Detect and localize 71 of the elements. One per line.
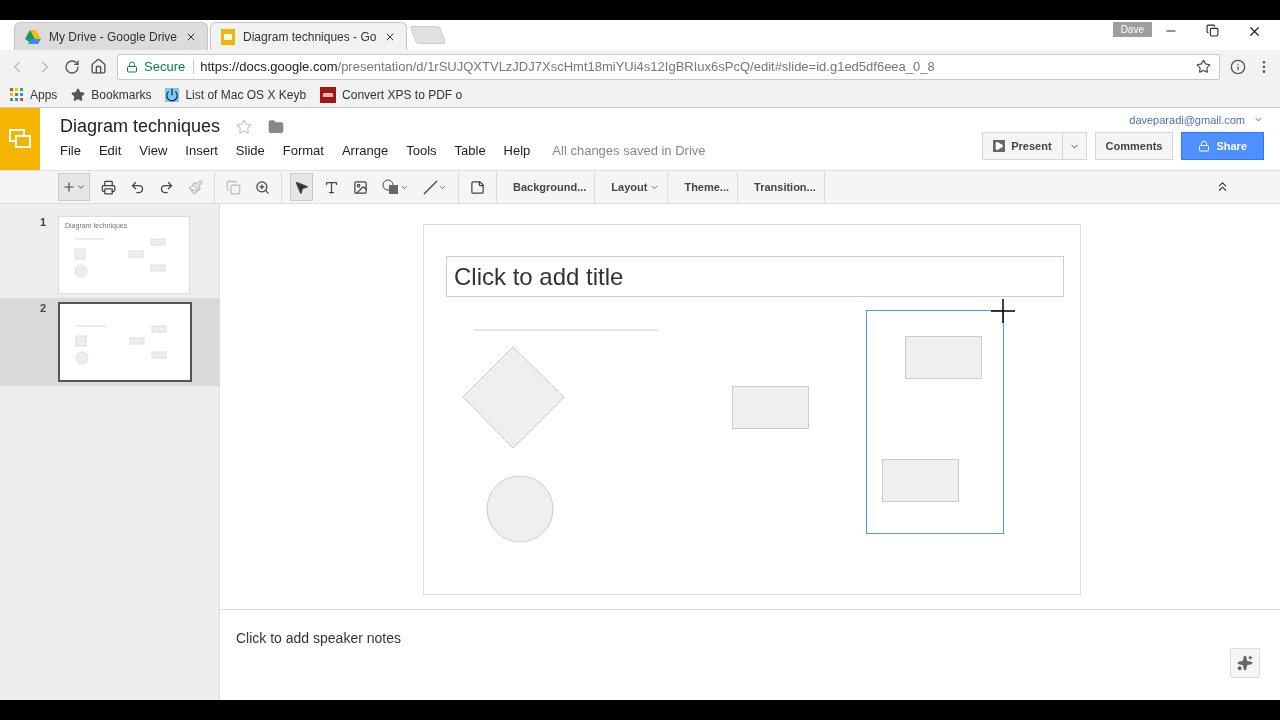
toolbar-button[interactable]: Layout <box>603 171 669 203</box>
paintbrush-icon <box>188 179 203 195</box>
menu-item[interactable]: View <box>129 143 176 158</box>
comments-button[interactable]: Comments <box>1094 132 1174 160</box>
bookmark-item[interactable]: Apps <box>10 88 58 102</box>
crosshair-cursor-icon <box>991 299 1015 323</box>
secure-label: Secure <box>144 59 195 74</box>
url-text: https://docs.google.com/presentation/d/1rSUJQXTVLzJDJ7XscHmt18miYUi4s12IgBRIux6sPcQ/edit#slide=id.g1ed5df6eea_0_8 <box>200 59 935 74</box>
menu-item[interactable]: File <box>60 143 89 158</box>
apps-grid-icon <box>10 88 24 102</box>
line-icon <box>423 179 438 195</box>
note-icon <box>470 179 485 195</box>
account-email[interactable]: daveparadi@gmail.com <box>1129 114 1245 126</box>
plus-icon <box>62 180 76 194</box>
slides-logo-icon <box>9 129 31 149</box>
document-title[interactable]: Diagram techniques <box>60 116 221 137</box>
undo-icon <box>130 179 145 195</box>
menu-item[interactable]: Table <box>444 143 494 158</box>
present-button[interactable]: Present <box>982 132 1063 160</box>
star-icon <box>71 88 86 102</box>
title-placeholder[interactable]: Click to add title <box>446 256 1064 297</box>
menu-item[interactable]: Slide <box>225 143 273 158</box>
new-slide-button[interactable] <box>58 173 90 201</box>
zoom-icon <box>255 179 270 195</box>
toolbar-button[interactable]: Transition... <box>746 171 825 203</box>
save-status: All changes saved in Drive <box>552 143 706 158</box>
lock-icon <box>1198 140 1211 152</box>
address-bar[interactable]: Secure https://docs.google.com/presentation/d/1rSUJQXTVLzJDJ7XscHmt18miYUi4s12IgBRIux6sPcQ/edit#slide=id.g1ed5df6eea_0_8 <box>117 53 1220 80</box>
pointer-icon <box>294 179 309 195</box>
image-icon <box>353 179 368 195</box>
bookmark-item[interactable]: Convert XPS to PDF o <box>320 87 463 103</box>
reload-icon[interactable] <box>64 58 80 75</box>
shapes-icon <box>382 179 400 195</box>
star-icon[interactable] <box>236 118 253 135</box>
drive-icon <box>25 29 41 44</box>
menu-item[interactable]: Insert <box>175 143 226 158</box>
home-icon[interactable] <box>90 58 107 75</box>
slide-number: 2 <box>40 302 48 316</box>
slide-number: 1 <box>40 216 48 230</box>
lock-icon <box>126 60 138 73</box>
power-icon <box>165 88 180 102</box>
browser-tab[interactable]: Diagram techniques - Go <box>210 22 408 50</box>
menu-item[interactable]: Format <box>272 143 332 158</box>
menu-item[interactable]: Help <box>493 143 539 158</box>
info-icon[interactable] <box>1230 58 1246 75</box>
pdf-icon <box>320 87 337 103</box>
slide-canvas[interactable]: Click to add title <box>423 224 1081 595</box>
explore-button[interactable] <box>1230 648 1260 678</box>
toolbar-button[interactable]: Background... <box>505 171 596 203</box>
copy-icon <box>226 179 241 195</box>
close-icon[interactable] <box>1247 24 1262 39</box>
menu-item[interactable]: Tools <box>396 143 445 158</box>
toolbar-button[interactable]: Theme... <box>676 171 739 203</box>
slides-icon <box>221 28 236 45</box>
menu-item[interactable]: Edit <box>88 143 130 158</box>
select-button[interactable] <box>290 173 313 201</box>
printer-icon <box>101 179 116 195</box>
speaker-notes-placeholder[interactable]: Click to add speaker notes <box>236 630 401 646</box>
sparkle-icon <box>1237 655 1253 671</box>
restore-icon[interactable] <box>1206 24 1219 37</box>
bookmark-item[interactable]: List of Mac OS X Keyb <box>165 88 307 102</box>
text-box-icon <box>324 179 339 195</box>
menu-item[interactable]: Arrange <box>331 143 397 158</box>
caret-icon <box>76 182 86 192</box>
bookmark-star-icon[interactable] <box>1196 59 1211 74</box>
bookmark-item[interactable]: Bookmarks <box>71 88 152 102</box>
redo-icon <box>159 179 174 195</box>
play-icon <box>993 140 1006 152</box>
slide-thumbnail[interactable] <box>58 302 192 382</box>
folder-icon[interactable] <box>268 118 285 135</box>
browser-tab[interactable]: My Drive - Google Drive <box>14 22 209 50</box>
